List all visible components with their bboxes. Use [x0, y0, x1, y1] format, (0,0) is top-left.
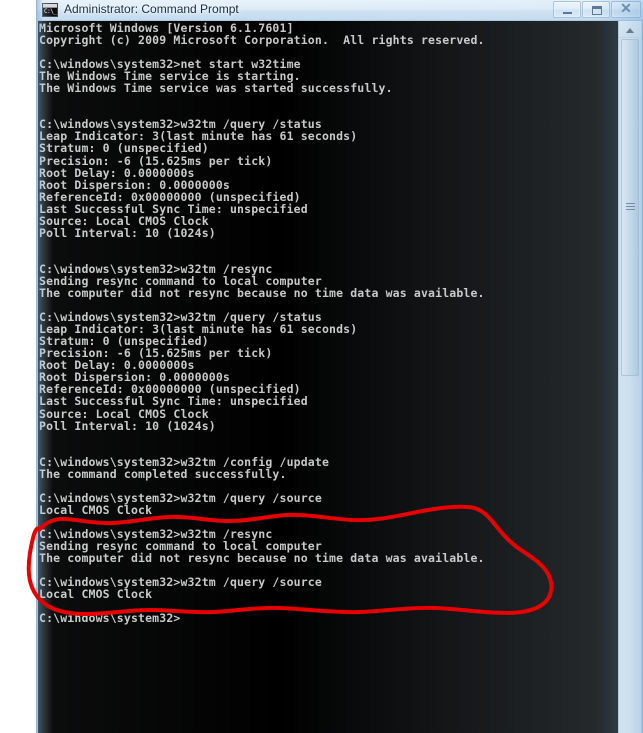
maximize-button[interactable] [582, 1, 610, 18]
vertical-scrollbar[interactable] [618, 21, 641, 733]
scroll-up-button[interactable] [619, 21, 641, 38]
console-output-area[interactable]: Microsoft Windows [Version 6.1.7601] Cop… [38, 21, 620, 733]
close-icon: ✕ [620, 2, 632, 17]
maximize-icon [592, 6, 602, 15]
console-text: Microsoft Windows [Version 6.1.7601] Cop… [39, 21, 485, 626]
scrollbar-track[interactable] [619, 379, 641, 733]
window-titlebar[interactable]: C:\_ Administrator: Command Prompt ✕ [37, 0, 643, 21]
window-title: Administrator: Command Prompt [64, 2, 239, 16]
command-prompt-icon: C:\_ [42, 3, 58, 17]
command-prompt-window: C:\_ Administrator: Command Prompt ✕ Mic… [36, 0, 643, 733]
window-controls: ✕ [552, 1, 641, 18]
minimize-icon [563, 12, 572, 14]
scrollbar-thumb[interactable] [621, 39, 639, 376]
chevron-up-icon [626, 28, 634, 33]
minimize-button[interactable] [553, 1, 581, 18]
icon-prompt-glyph: C:\_ [43, 8, 57, 16]
close-button[interactable]: ✕ [611, 1, 641, 18]
page-background: C:\_ Administrator: Command Prompt ✕ Mic… [0, 0, 643, 733]
scrollbar-grip-icon [626, 203, 635, 212]
